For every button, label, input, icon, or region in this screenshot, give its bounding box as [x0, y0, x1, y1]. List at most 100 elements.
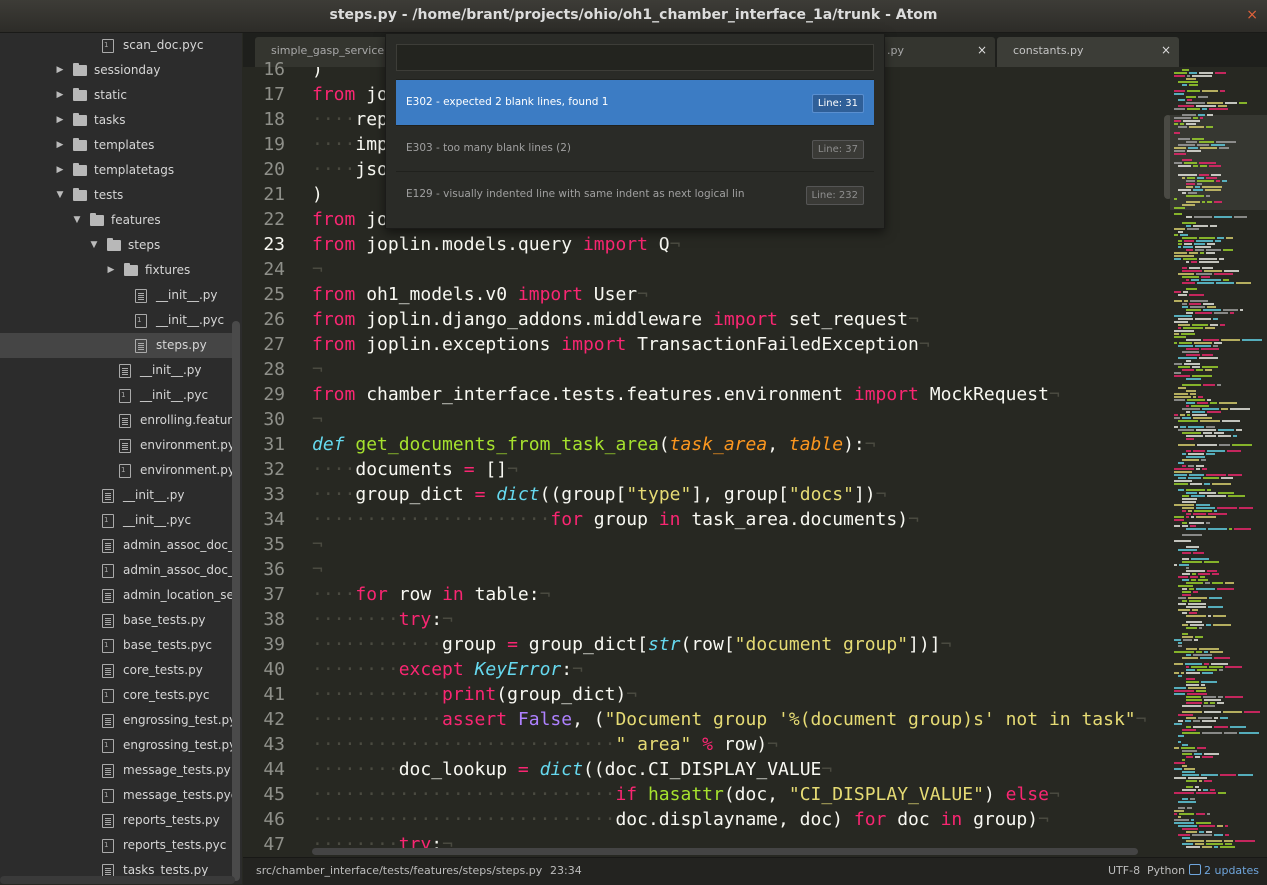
tree-item[interactable]: ▶ static [0, 83, 232, 108]
tree-item[interactable]: __init__.py [0, 283, 232, 308]
linter-item[interactable]: E303 - too many blank lines (2) Line: 37 [396, 125, 874, 171]
line-number[interactable]: 42 [243, 707, 285, 732]
line-number[interactable]: 17 [243, 82, 285, 107]
tree-item[interactable]: engrossing_test.pyc [0, 733, 232, 758]
tree-item[interactable]: scan_doc.pyc [0, 33, 232, 58]
chevron-right-icon[interactable]: ▶ [106, 258, 116, 283]
chevron-right-icon[interactable]: ▶ [55, 158, 65, 183]
linter-item[interactable]: E129 - visually indented line with same … [396, 171, 874, 217]
tree-item[interactable]: base_tests.py [0, 608, 232, 633]
tab-close-icon[interactable]: × [977, 37, 987, 64]
line-number[interactable]: 41 [243, 682, 285, 707]
code-line[interactable]: ····························" area" % ro… [312, 732, 778, 757]
editor-horizontal-scrollbar[interactable] [312, 848, 1138, 855]
tree-item[interactable]: core_tests.py [0, 658, 232, 683]
line-number[interactable]: 28 [243, 357, 285, 382]
tree-scrollbar[interactable] [232, 321, 240, 881]
linter-filter-input[interactable] [396, 44, 874, 71]
code-line[interactable]: def get_documents_from_task_area(task_ar… [312, 432, 876, 457]
cursor-position[interactable]: 23:34 [550, 858, 582, 884]
chevron-right-icon[interactable]: ▶ [55, 133, 65, 158]
linter-item[interactable]: E302 - expected 2 blank lines, found 1 L… [396, 79, 874, 125]
tree-item[interactable]: __init__.pyc [0, 308, 232, 333]
tree-item[interactable]: admin_location_search_t [0, 583, 232, 608]
chevron-down-icon[interactable]: ▼ [72, 208, 82, 233]
code-line[interactable]: ) [312, 67, 323, 82]
line-number[interactable]: 29 [243, 382, 285, 407]
code-line[interactable]: ········try:¬ [312, 607, 453, 632]
line-number[interactable]: 25 [243, 282, 285, 307]
code-line[interactable]: ····imp [312, 132, 388, 157]
code-line[interactable]: ······················for group in task_… [312, 507, 919, 532]
line-number[interactable]: 46 [243, 807, 285, 832]
chevron-right-icon[interactable]: ▶ [55, 108, 65, 133]
code-line[interactable]: ····························doc.displayn… [312, 807, 1049, 832]
window-close-button[interactable]: × [1246, 0, 1258, 31]
tree-item[interactable]: ▶ fixtures [0, 258, 232, 283]
tree-item[interactable]: ▶ tasks [0, 108, 232, 133]
line-number[interactable]: 32 [243, 457, 285, 482]
tree-item[interactable]: __init__.pyc [0, 508, 232, 533]
tree-item[interactable]: __init__.py [0, 483, 232, 508]
tree-item[interactable]: message_tests.py [0, 758, 232, 783]
tree-item[interactable]: ▶ templates [0, 133, 232, 158]
code-line[interactable]: ¬ [312, 257, 323, 282]
code-line[interactable]: from joplin.exceptions import Transactio… [312, 332, 930, 357]
line-number[interactable]: 24 [243, 257, 285, 282]
tree-item[interactable]: __init__.py [0, 358, 232, 383]
line-number[interactable]: 40 [243, 657, 285, 682]
line-number[interactable]: 30 [243, 407, 285, 432]
tree-item[interactable]: environment.py [0, 433, 232, 458]
line-number[interactable]: 36 [243, 557, 285, 582]
tree-item[interactable]: __init__.pyc [0, 383, 232, 408]
line-number[interactable]: 19 [243, 132, 285, 157]
tree-item[interactable]: admin_assoc_doc_search [0, 558, 232, 583]
code-line[interactable]: from oh1_models.v0 import User¬ [312, 282, 648, 307]
line-number[interactable]: 35 [243, 532, 285, 557]
code-line[interactable]: ¬ [312, 557, 323, 582]
line-number[interactable]: 18 [243, 107, 285, 132]
line-number[interactable]: 21 [243, 182, 285, 207]
code-line[interactable]: ····························if hasattr(d… [312, 782, 1060, 807]
code-line[interactable]: ············print(group_dict)¬ [312, 682, 637, 707]
line-number[interactable]: 23 [243, 232, 285, 257]
tree-item[interactable]: reports_tests.pyc [0, 833, 232, 858]
line-number[interactable]: 43 [243, 732, 285, 757]
code-line[interactable]: from joplin.models.query import Q¬ [312, 232, 681, 257]
tree-horizontal-scrollbar[interactable] [0, 876, 235, 884]
line-number[interactable]: 37 [243, 582, 285, 607]
line-number[interactable]: 27 [243, 332, 285, 357]
code-line[interactable]: ····rep [312, 107, 388, 132]
encoding-selector[interactable]: UTF-8 [1108, 858, 1140, 884]
tree-item[interactable]: ▶ sessionday [0, 58, 232, 83]
code-line[interactable]: ¬ [312, 407, 323, 432]
tree-item[interactable]: enrolling.feature [0, 408, 232, 433]
line-number[interactable]: 31 [243, 432, 285, 457]
tree-item[interactable]: environment.pyc [0, 458, 232, 483]
code-line[interactable]: ····for row in table:¬ [312, 582, 550, 607]
minimap[interactable] [1170, 67, 1267, 852]
tree-item[interactable]: ▼ features [0, 208, 232, 233]
tree-item[interactable]: admin_assoc_doc_search [0, 533, 232, 558]
code-line[interactable]: ········except KeyError:¬ [312, 657, 583, 682]
code-line[interactable]: ¬ [312, 532, 323, 557]
code-line[interactable]: ········doc_lookup = dict((doc.CI_DISPLA… [312, 757, 832, 782]
tree-item[interactable]: core_tests.pyc [0, 683, 232, 708]
line-number[interactable]: 20 [243, 157, 285, 182]
tree-item[interactable]: steps.py [0, 333, 232, 358]
code-line[interactable]: ············group = group_dict[str(row["… [312, 632, 951, 657]
code-line[interactable]: ¬ [312, 357, 323, 382]
line-number[interactable]: 47 [243, 832, 285, 857]
code-line[interactable]: ············assert False, ("Document gro… [312, 707, 1146, 732]
tree-item[interactable]: base_tests.pyc [0, 633, 232, 658]
tab-close-icon[interactable]: × [1161, 37, 1171, 64]
grammar-selector[interactable]: Python [1147, 858, 1185, 884]
line-number[interactable]: 38 [243, 607, 285, 632]
file-path[interactable]: src/chamber_interface/tests/features/ste… [256, 858, 542, 884]
code-line[interactable]: from joplin.django_addons.middleware imp… [312, 307, 919, 332]
chevron-right-icon[interactable]: ▶ [55, 83, 65, 108]
code-line[interactable]: ····jso [312, 157, 388, 182]
tab-constants[interactable]: constants.py × [997, 37, 1179, 67]
line-number[interactable]: 26 [243, 307, 285, 332]
tab-hidden-py[interactable]: .py × [871, 37, 995, 67]
